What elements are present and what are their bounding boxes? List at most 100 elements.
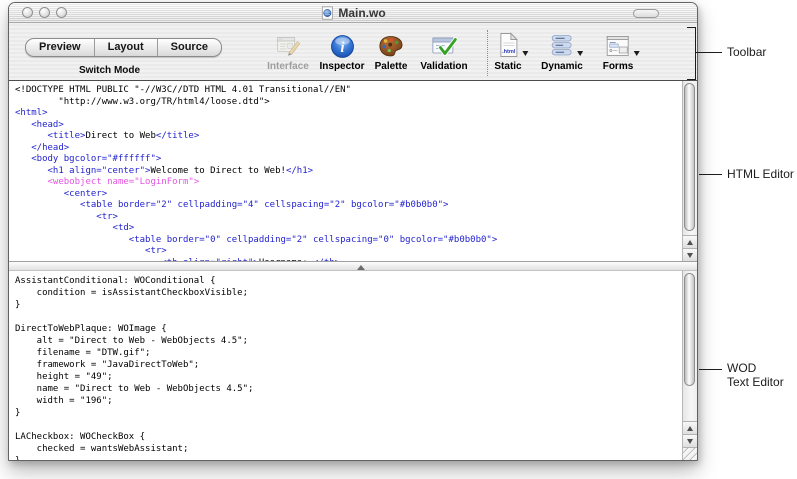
- palette-icon: [377, 33, 405, 59]
- code-line: <html>: [15, 108, 682, 120]
- wod-editor-code[interactable]: AssistantConditional: WOConditional { co…: [9, 271, 682, 460]
- code-line: }: [15, 407, 682, 419]
- splitter-collapse-icon: [357, 265, 365, 270]
- toolbar-item-static[interactable]: .html Static: [494, 28, 521, 72]
- code-line: alt = "Direct to Web - WebObjects 4.5";: [15, 335, 682, 347]
- toolbar-item-dynamic[interactable]: Dynamic: [541, 28, 583, 72]
- code-line: "http://www.w3.org/TR/html4/loose.dtd">: [15, 97, 682, 109]
- mode-segmented-control: Preview Layout Source: [25, 38, 222, 57]
- down-arrow-icon: [687, 439, 693, 444]
- annotation-wod-line2: Text Editor: [727, 375, 784, 389]
- annotation-wod-line1: WOD: [727, 361, 784, 375]
- html-editor-scrollbar[interactable]: [682, 81, 697, 261]
- switch-mode-label: Switch Mode: [25, 65, 194, 76]
- window-controls: [22, 7, 67, 18]
- dynamic-elements-icon: [549, 31, 575, 59]
- code-line: filename = "DTW.gif";: [15, 347, 682, 359]
- code-line: <center>: [15, 189, 682, 201]
- code-line: <td>: [15, 223, 682, 235]
- toolbar-item-label: Interface: [267, 61, 309, 72]
- code-line: condition = isAssistantCheckboxVisible;: [15, 287, 682, 299]
- toolbar-item-validation[interactable]: Validation: [420, 28, 467, 72]
- svg-text:.html: .html: [502, 49, 516, 55]
- code-line: }: [15, 455, 682, 460]
- dropdown-arrow-icon: [522, 51, 528, 56]
- layout-mode-button[interactable]: Layout: [95, 39, 158, 56]
- code-line: framework = "JavaDirectToWeb";: [15, 359, 682, 371]
- inspector-icon: i: [329, 33, 355, 59]
- titlebar[interactable]: Main.wo: [9, 3, 697, 23]
- code-line: <head>: [15, 120, 682, 132]
- scrollbar-thumb[interactable]: [684, 83, 695, 231]
- dropdown-arrow-icon: [577, 51, 583, 56]
- minimize-button[interactable]: [39, 7, 50, 18]
- code-line: <tr>: [15, 246, 682, 258]
- code-line: }: [15, 299, 682, 311]
- document-globe-icon: [320, 6, 334, 20]
- annotation-line: [699, 369, 722, 370]
- annotation-line: [695, 27, 696, 80]
- code-line: [15, 419, 682, 431]
- toolbar-toggle-button[interactable]: [633, 9, 659, 18]
- annotation-html-editor-label: HTML Editor: [727, 167, 794, 181]
- toolbar-item-label: Validation: [420, 61, 467, 72]
- scroll-down-button[interactable]: [683, 434, 697, 447]
- code-line: [15, 311, 682, 323]
- code-line: name = "Direct to Web - WebObjects 4.5";: [15, 383, 682, 395]
- toolbar-item-palette[interactable]: Palette: [375, 28, 408, 72]
- toolbar-item-inspector[interactable]: i Inspector: [319, 28, 364, 72]
- toolbar-item-interface: Interface: [267, 28, 309, 72]
- forms-icon: [604, 33, 632, 59]
- code-line: <!DOCTYPE HTML PUBLIC "-//W3C//DTD HTML …: [15, 85, 682, 97]
- toolbar-item-forms[interactable]: Forms: [603, 28, 634, 72]
- interface-icon: [274, 33, 302, 59]
- annotation-toolbar-label: Toolbar: [727, 45, 766, 59]
- code-line: <tr>: [15, 212, 682, 224]
- scroll-up-button[interactable]: [683, 235, 697, 248]
- annotation-wod-editor-label: WOD Text Editor: [727, 361, 784, 389]
- toolbar: Preview Layout Source Switch Mode Interf…: [9, 23, 697, 81]
- window-resize-grip[interactable]: [683, 447, 697, 460]
- code-line: height = "49";: [15, 371, 682, 383]
- source-mode-button[interactable]: Source: [158, 39, 221, 56]
- down-arrow-icon: [687, 253, 693, 258]
- scrollbar-thumb[interactable]: [684, 273, 695, 386]
- zoom-button[interactable]: [56, 7, 67, 18]
- scroll-up-button[interactable]: [683, 421, 697, 434]
- annotation-line: [696, 52, 722, 53]
- code-line: <title>Direct to Web</title>: [15, 131, 682, 143]
- code-line: <table border="0" cellpadding="2" cellsp…: [15, 235, 682, 247]
- toolbar-item-label: Forms: [603, 61, 634, 72]
- html-editor-pane: <!DOCTYPE HTML PUBLIC "-//W3C//DTD HTML …: [9, 81, 697, 261]
- code-line: <table border="2" cellpadding="4" cellsp…: [15, 200, 682, 212]
- code-line: DirectToWebPlaque: WOImage {: [15, 323, 682, 335]
- up-arrow-icon: [687, 426, 693, 431]
- toolbar-item-label: Palette: [375, 61, 408, 72]
- annotation-line: [699, 174, 722, 175]
- code-line: <h1 align="center">Welcome to Direct to …: [15, 166, 682, 178]
- close-button[interactable]: [22, 7, 33, 18]
- toolbar-separator: [487, 30, 488, 76]
- dropdown-arrow-icon: [634, 51, 640, 56]
- pane-splitter[interactable]: [9, 261, 697, 271]
- annotation-line: [687, 79, 696, 80]
- window-title: Main.wo: [338, 6, 385, 20]
- toolbar-item-label: Inspector: [319, 61, 364, 72]
- code-line: <body bgcolor="#ffffff">: [15, 154, 682, 166]
- up-arrow-icon: [687, 240, 693, 245]
- wod-editor-pane: AssistantConditional: WOConditional { co…: [9, 271, 697, 460]
- wod-editor-scrollbar[interactable]: [682, 271, 697, 460]
- toolbar-item-label: Static: [494, 61, 521, 72]
- preview-mode-button[interactable]: Preview: [26, 39, 95, 56]
- code-line: <webobject name="LoginForm">: [15, 177, 682, 189]
- scroll-down-button[interactable]: [683, 248, 697, 261]
- code-line: checked = wantsWebAssistant;: [15, 443, 682, 455]
- toolbar-item-label: Dynamic: [541, 61, 583, 72]
- code-line: </head>: [15, 143, 682, 155]
- code-line: width = "196";: [15, 395, 682, 407]
- validation-icon: [430, 33, 458, 59]
- html-editor-code[interactable]: <!DOCTYPE HTML PUBLIC "-//W3C//DTD HTML …: [9, 81, 682, 261]
- main-window: Main.wo Preview Layout Source Switch Mod…: [8, 2, 698, 461]
- code-line: LACheckbox: WOCheckBox {: [15, 431, 682, 443]
- code-line: AssistantConditional: WOConditional {: [15, 275, 682, 287]
